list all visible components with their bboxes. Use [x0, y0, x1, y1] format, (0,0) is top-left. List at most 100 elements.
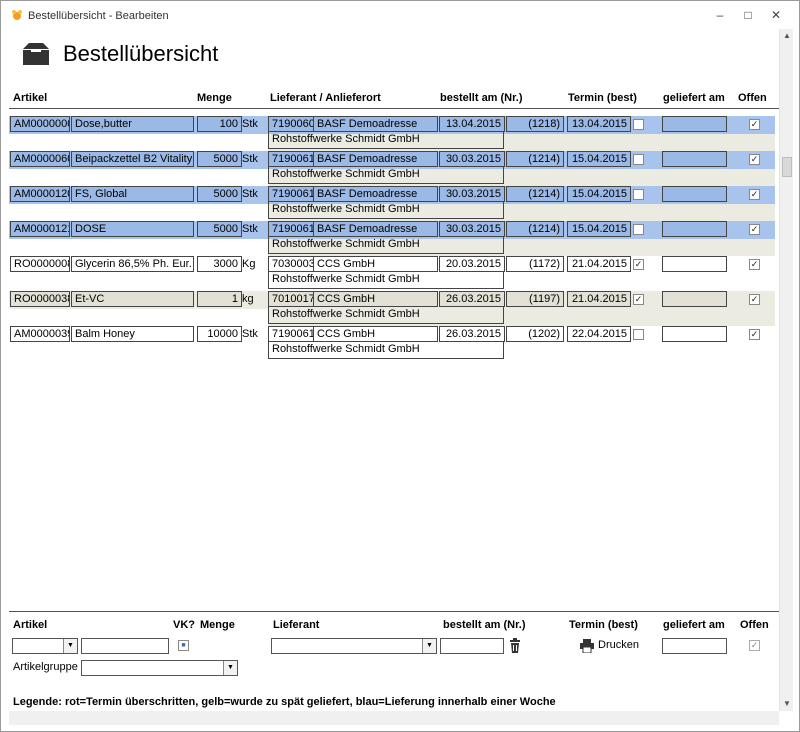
article-name-field[interactable]: Dose,butter — [71, 116, 194, 132]
delivery-location-field[interactable]: Rohstoffwerke Schmidt GmbH — [268, 167, 504, 184]
artikelgruppe-select[interactable]: ▼ — [81, 660, 238, 676]
supplier-number-field[interactable]: 7190061 — [268, 151, 314, 167]
scroll-up-icon[interactable]: ▲ — [780, 29, 794, 43]
vertical-scrollbar[interactable]: ▲ ▼ — [779, 29, 793, 711]
delivery-location-field[interactable]: Rohstoffwerke Schmidt GmbH — [268, 237, 504, 254]
supplier-name-field[interactable]: CCS GmbH — [313, 291, 438, 307]
supplier-name-field[interactable]: CCS GmbH — [313, 256, 438, 272]
supplier-number-field[interactable]: 7190061 — [268, 221, 314, 237]
delivered-date-field[interactable] — [662, 116, 727, 132]
order-date-field[interactable]: 26.03.2015 — [439, 291, 505, 307]
order-date-field[interactable]: 26.03.2015 — [439, 326, 505, 342]
offen-filter-checkbox[interactable]: ✓ — [749, 640, 760, 651]
supplier-name-field[interactable]: BASF Demoadresse — [313, 221, 438, 237]
quantity-field[interactable]: 1 — [197, 291, 242, 307]
quantity-field[interactable]: 3000 — [197, 256, 242, 272]
delivery-location-field[interactable]: Rohstoffwerke Schmidt GmbH — [268, 202, 504, 219]
scroll-down-icon[interactable]: ▼ — [780, 697, 794, 711]
article-number-field[interactable]: AM0000120 — [10, 186, 70, 202]
delivered-date-field[interactable] — [662, 256, 727, 272]
delivery-location-field[interactable]: Rohstoffwerke Schmidt GmbH — [268, 342, 504, 359]
supplier-name-field[interactable]: BASF Demoadresse — [313, 116, 438, 132]
article-name-field[interactable]: Balm Honey — [71, 326, 194, 342]
order-date-field[interactable]: 20.03.2015 — [439, 256, 505, 272]
vk-checkbox[interactable]: ■ — [178, 640, 189, 651]
termin-date-field[interactable]: 22.04.2015 — [567, 326, 631, 342]
article-name-field[interactable]: Beipackzettel B2 Vitality — [71, 151, 194, 167]
order-date-field[interactable]: 30.03.2015 — [439, 186, 505, 202]
delivery-location-field[interactable]: Rohstoffwerke Schmidt GmbH — [268, 272, 504, 289]
order-number-field[interactable]: (1214) — [506, 151, 564, 167]
delivery-location-field[interactable]: Rohstoffwerke Schmidt GmbH — [268, 132, 504, 149]
minimize-icon[interactable]: – — [709, 7, 731, 23]
termin-checkbox[interactable] — [633, 119, 644, 130]
order-number-field[interactable]: (1214) — [506, 221, 564, 237]
order-number-field[interactable]: (1197) — [506, 291, 564, 307]
artikel-select[interactable]: ▼ — [12, 638, 78, 654]
termin-date-field[interactable]: 13.04.2015 — [567, 116, 631, 132]
termin-date-field[interactable]: 21.04.2015 — [567, 256, 631, 272]
termin-checkbox[interactable] — [633, 154, 644, 165]
termin-checkbox[interactable] — [633, 329, 644, 340]
termin-date-field[interactable]: 15.04.2015 — [567, 151, 631, 167]
delivered-date-field[interactable] — [662, 326, 727, 342]
termin-checkbox[interactable] — [633, 189, 644, 200]
chevron-down-icon[interactable]: ▼ — [63, 639, 77, 653]
order-number-field[interactable]: (1202) — [506, 326, 564, 342]
termin-date-field[interactable]: 15.04.2015 — [567, 221, 631, 237]
delivered-date-field[interactable] — [662, 151, 727, 167]
close-icon[interactable]: ✕ — [765, 7, 787, 23]
offen-checkbox[interactable]: ✓ — [749, 119, 760, 130]
chevron-down-icon[interactable]: ▼ — [223, 661, 237, 675]
order-date-field[interactable]: 30.03.2015 — [439, 221, 505, 237]
delivery-location-field[interactable]: Rohstoffwerke Schmidt GmbH — [268, 307, 504, 324]
artikel-input[interactable] — [81, 638, 169, 654]
geliefert-input[interactable] — [662, 638, 727, 654]
article-number-field[interactable]: AM0000039 — [10, 326, 70, 342]
article-name-field[interactable]: Glycerin 86,5% Ph. Eur. — [71, 256, 194, 272]
termin-date-field[interactable]: 15.04.2015 — [567, 186, 631, 202]
lieferant-select[interactable]: ▼ — [271, 638, 437, 654]
supplier-number-field[interactable]: 7190061 — [268, 186, 314, 202]
article-name-field[interactable]: DOSE — [71, 221, 194, 237]
quantity-field[interactable]: 5000 — [197, 151, 242, 167]
quantity-field[interactable]: 100 — [197, 116, 242, 132]
supplier-number-field[interactable]: 7010017 — [268, 291, 314, 307]
supplier-name-field[interactable]: BASF Demoadresse — [313, 186, 438, 202]
quantity-field[interactable]: 5000 — [197, 221, 242, 237]
article-name-field[interactable]: FS, Global — [71, 186, 194, 202]
offen-checkbox[interactable]: ✓ — [749, 294, 760, 305]
quantity-field[interactable]: 10000 — [197, 326, 242, 342]
delivered-date-field[interactable] — [662, 221, 727, 237]
quantity-field[interactable]: 5000 — [197, 186, 242, 202]
delivered-date-field[interactable] — [662, 291, 727, 307]
chevron-down-icon[interactable]: ▼ — [422, 639, 436, 653]
offen-checkbox[interactable]: ✓ — [749, 224, 760, 235]
termin-date-field[interactable]: 21.04.2015 — [567, 291, 631, 307]
article-number-field[interactable]: AM0000060 — [10, 151, 70, 167]
article-name-field[interactable]: Et-VC — [71, 291, 194, 307]
order-date-field[interactable]: 13.04.2015 — [439, 116, 505, 132]
supplier-number-field[interactable]: 7030003 — [268, 256, 314, 272]
supplier-number-field[interactable]: 7190060 — [268, 116, 314, 132]
offen-checkbox[interactable]: ✓ — [749, 259, 760, 270]
termin-checkbox[interactable]: ✓ — [633, 294, 644, 305]
order-number-field[interactable]: (1218) — [506, 116, 564, 132]
article-number-field[interactable]: RO0000008 — [10, 256, 70, 272]
order-number-field[interactable]: (1172) — [506, 256, 564, 272]
order-date-field[interactable]: 30.03.2015 — [439, 151, 505, 167]
article-number-field[interactable]: AM0000121 — [10, 221, 70, 237]
article-number-field[interactable]: RO0000038 — [10, 291, 70, 307]
maximize-icon[interactable]: □ — [737, 7, 759, 23]
supplier-name-field[interactable]: CCS GmbH — [313, 326, 438, 342]
order-number-field[interactable]: (1214) — [506, 186, 564, 202]
bestellt-input[interactable] — [440, 638, 504, 654]
supplier-number-field[interactable]: 7190061 — [268, 326, 314, 342]
termin-checkbox[interactable] — [633, 224, 644, 235]
scroll-thumb[interactable] — [782, 157, 792, 177]
offen-checkbox[interactable]: ✓ — [749, 154, 760, 165]
offen-checkbox[interactable]: ✓ — [749, 329, 760, 340]
termin-checkbox[interactable]: ✓ — [633, 259, 644, 270]
supplier-name-field[interactable]: BASF Demoadresse — [313, 151, 438, 167]
article-number-field[interactable]: AM0000000 — [10, 116, 70, 132]
